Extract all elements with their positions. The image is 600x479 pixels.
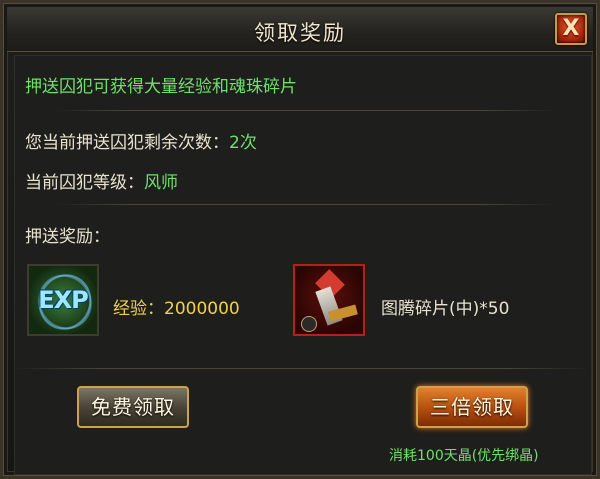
totem-fragment-label: 图腾碎片(中)*50	[381, 299, 510, 319]
prisoner-level-label: 当前囚犯等级：	[25, 173, 144, 193]
triple-claim-cost: 消耗100天晶(优先绑晶)	[389, 448, 539, 464]
exp-value: 2000000	[164, 299, 240, 319]
exp-reward-icon: EXP	[27, 264, 103, 340]
rewards-heading: 押送奖励：	[25, 227, 110, 247]
prisoner-level-row: 当前囚犯等级：风师	[25, 168, 178, 193]
divider	[15, 368, 591, 369]
prisoner-level-value: 风师	[144, 173, 178, 193]
free-claim-button[interactable]: 免费领取	[77, 386, 189, 428]
close-icon: X	[562, 16, 580, 41]
remaining-count-label: 您当前押送囚犯剩余次数：	[25, 133, 229, 153]
exp-reward-row: 经验：2000000	[113, 294, 240, 319]
dialog-title: 领取奖励	[254, 21, 346, 45]
divider	[55, 110, 555, 111]
remaining-count-row: 您当前押送囚犯剩余次数：2次	[25, 128, 257, 153]
reward-dialog: 领取奖励 X 押送囚犯可获得大量经验和魂珠碎片 您当前押送囚犯剩余次数：2次 当…	[0, 0, 600, 479]
intro-text: 押送囚犯可获得大量经验和魂珠碎片	[25, 77, 297, 97]
close-button[interactable]: X	[555, 13, 587, 45]
totem-fragment-icon[interactable]	[293, 264, 365, 336]
remaining-count-value: 2次	[229, 133, 257, 153]
exp-icon-text: EXP	[38, 286, 89, 314]
exp-label: 经验：	[113, 299, 164, 319]
title-bar: 领取奖励 X	[7, 7, 593, 52]
triple-claim-button[interactable]: 三倍领取	[416, 386, 528, 428]
lock-icon	[301, 316, 317, 332]
divider	[55, 204, 555, 205]
